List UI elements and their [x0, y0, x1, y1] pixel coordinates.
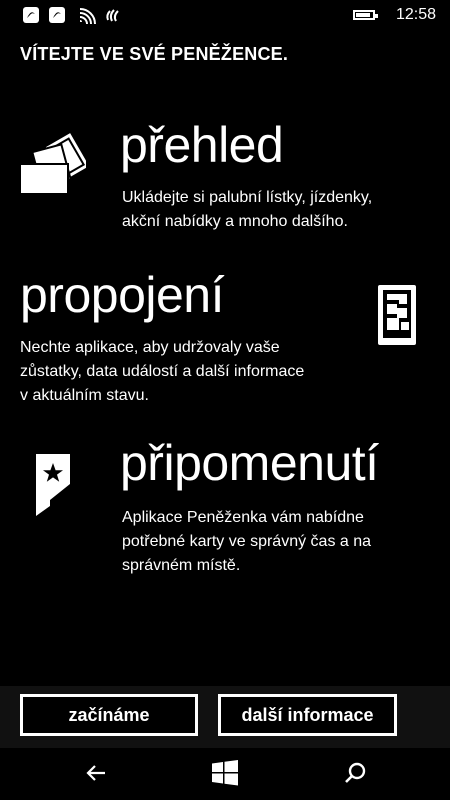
section-title-reminders: připomenutí: [120, 435, 379, 491]
section-description-connections: Nechte aplikace, aby udržovaly vaše zůst…: [20, 336, 304, 408]
status-bar: 12:58: [0, 0, 450, 32]
description-line: Nechte aplikace, aby udržovaly vaše: [20, 339, 280, 356]
description-line: Aplikace Peněženka vám nabídne: [122, 509, 364, 526]
back-icon[interactable]: [84, 761, 108, 785]
windows-icon[interactable]: [212, 760, 238, 786]
section-description-overview: Ukládejte si palubní lístky, jízdenky, a…: [122, 186, 372, 234]
phone-tiles-icon: [378, 285, 416, 345]
description-line: správném místě.: [122, 557, 241, 574]
cards-icon: [20, 133, 86, 195]
wifi-icon: [79, 8, 96, 24]
more-info-button[interactable]: další informace: [218, 694, 397, 736]
section-title-overview: přehled: [120, 117, 284, 173]
notification-icon: [23, 7, 39, 23]
search-icon[interactable]: [343, 761, 367, 785]
battery-icon: [353, 10, 378, 20]
description-line: Ukládejte si palubní lístky, jízdenky,: [122, 189, 373, 206]
page-title: VÍTEJTE VE SVÉ PENĚŽENCE.: [20, 44, 289, 64]
start-button[interactable]: začínáme: [20, 694, 198, 736]
description-line: potřebné karty ve správný čas a na: [122, 533, 372, 550]
navigation-bar: [0, 748, 450, 800]
section-description-reminders: Aplikace Peněženka vám nabídne potřebné …: [122, 506, 371, 578]
section-title-connections: propojení: [20, 267, 225, 323]
clock: 12:58: [395, 6, 436, 23]
description-line: zůstatky, data událostí a další informac…: [20, 363, 305, 380]
description-line: v aktuálním stavu.: [20, 387, 149, 404]
notification-icon: [49, 7, 65, 23]
battery-level: [356, 13, 370, 17]
nfc-icon: [106, 9, 119, 22]
star-tag-icon: [36, 454, 70, 516]
description-line: akční nabídky a mnoho dalšího.: [122, 213, 348, 230]
